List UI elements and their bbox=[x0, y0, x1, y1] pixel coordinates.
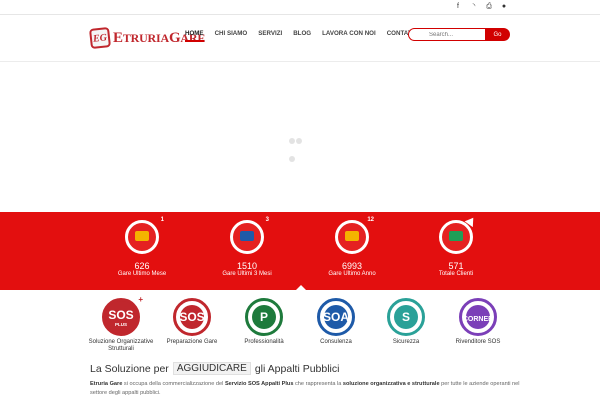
service-professionalita[interactable]: P Professionalità bbox=[226, 298, 302, 346]
professionalita-icon: P bbox=[245, 298, 283, 336]
clients-icon bbox=[439, 214, 478, 254]
service-sos-plus[interactable]: SOS PLUS + Soluzione Organizzative Strut… bbox=[83, 295, 159, 353]
user-icon[interactable]: ● bbox=[499, 2, 509, 12]
desc-solution: soluzione organizzativa e strutturale bbox=[342, 381, 440, 387]
rss-icon[interactable]: ◝ bbox=[469, 2, 479, 12]
intro-description: Etruria Gare si occupa della commerciali… bbox=[90, 380, 520, 398]
service-name: Rivenditore SOS bbox=[455, 339, 501, 345]
service-name: Sicurezza bbox=[392, 339, 420, 345]
headline-text: gli Appalti Pubblici bbox=[254, 362, 340, 375]
sos-icon: SOS bbox=[173, 298, 211, 336]
sos-plus-icon: SOS PLUS + bbox=[102, 295, 143, 336]
logo-letter-e: E bbox=[113, 29, 123, 46]
main-nav: HOME CHI SIAMO SERVIZI BLOG LAVORA CON N… bbox=[185, 30, 428, 42]
calendar-icon: 12 bbox=[335, 217, 374, 254]
stat-value: 6993 bbox=[341, 261, 363, 271]
nav-lavora-con-noi[interactable]: LAVORA CON NOI bbox=[322, 30, 376, 42]
logo-mark: EG bbox=[89, 27, 111, 49]
sicurezza-icon: S bbox=[387, 298, 425, 336]
stat-gare-ultimi-3-mesi: 3 1510 Gare Ultimi 3 Mesi bbox=[202, 217, 292, 278]
search-button[interactable]: Go bbox=[485, 28, 510, 41]
service-name: Soluzione Organizzative Strutturali bbox=[88, 339, 154, 352]
desc-text: si occupa della commercializzazione del bbox=[122, 381, 225, 387]
logo-letter-g: G bbox=[168, 29, 181, 46]
nav-chi-siamo[interactable]: CHI SIAMO bbox=[215, 30, 248, 42]
soa-icon: SOA bbox=[317, 298, 355, 336]
loading-indicator bbox=[289, 131, 309, 162]
print-icon[interactable]: ⎙ bbox=[484, 2, 494, 12]
headline-text: La Soluzione per bbox=[90, 362, 169, 375]
stats-band: 1 626 Gare Ultimo Mese 3 1510 Gare Ultim… bbox=[0, 212, 600, 290]
stat-label: Gare Ultimo Mese bbox=[117, 271, 167, 277]
calendar-icon: 3 bbox=[230, 217, 269, 254]
intro-headline: La Soluzione per AGGIUDICARE gli Appalti… bbox=[90, 362, 520, 375]
nav-blog[interactable]: BLOG bbox=[293, 30, 311, 42]
stat-value: 571 bbox=[448, 261, 464, 271]
desc-brand: Etruria Gare bbox=[90, 381, 123, 387]
intro-section: La Soluzione per AGGIUDICARE gli Appalti… bbox=[90, 362, 520, 398]
nav-servizi[interactable]: SERVIZI bbox=[258, 30, 282, 42]
stat-label: Totale Clienti bbox=[438, 271, 474, 277]
stat-label: Gare Ultimi 3 Mesi bbox=[222, 271, 272, 277]
stat-value: 626 bbox=[134, 261, 150, 271]
calendar-icon: 1 bbox=[125, 217, 164, 254]
service-name: Professionalità bbox=[244, 339, 284, 345]
stat-label: Gare Ultimo Anno bbox=[328, 271, 376, 277]
service-name: Consulenza bbox=[320, 339, 352, 345]
stat-gare-ultimo-mese: 1 626 Gare Ultimo Mese bbox=[97, 217, 187, 278]
stat-gare-ultimo-anno: 12 6993 Gare Ultimo Anno bbox=[307, 217, 397, 278]
service-sos[interactable]: SOS Preparazione Gare bbox=[154, 298, 230, 346]
top-bar: f ◝ ⎙ ● bbox=[0, 0, 600, 15]
service-soa[interactable]: SOA Consulenza bbox=[298, 298, 374, 346]
stat-totale-clienti: 571 Totale Clienti bbox=[411, 214, 501, 278]
service-sicurezza[interactable]: S Sicurezza bbox=[368, 298, 444, 346]
site-header: EG ETRURIAGARE HOME CHI SIAMO SERVIZI BL… bbox=[0, 16, 600, 62]
services-row: SOS PLUS + Soluzione Organizzative Strut… bbox=[0, 292, 600, 354]
logo-word-truria: TRURIA bbox=[122, 30, 169, 45]
search-form: Go bbox=[408, 28, 510, 41]
desc-text: che rappresenta la bbox=[293, 381, 343, 387]
service-name: Preparazione Gare bbox=[166, 339, 218, 345]
service-corner[interactable]: CORNER Rivenditore SOS bbox=[440, 298, 516, 346]
facebook-icon[interactable]: f bbox=[453, 2, 463, 12]
stat-value: 1510 bbox=[236, 261, 258, 271]
search-input[interactable] bbox=[408, 28, 486, 41]
section-pointer bbox=[296, 285, 306, 290]
headline-highlight: AGGIUDICARE bbox=[172, 362, 251, 375]
corner-icon: CORNER bbox=[459, 298, 497, 336]
nav-home[interactable]: HOME bbox=[185, 30, 204, 42]
desc-service: Servizio SOS Appalti Plus bbox=[224, 381, 294, 387]
